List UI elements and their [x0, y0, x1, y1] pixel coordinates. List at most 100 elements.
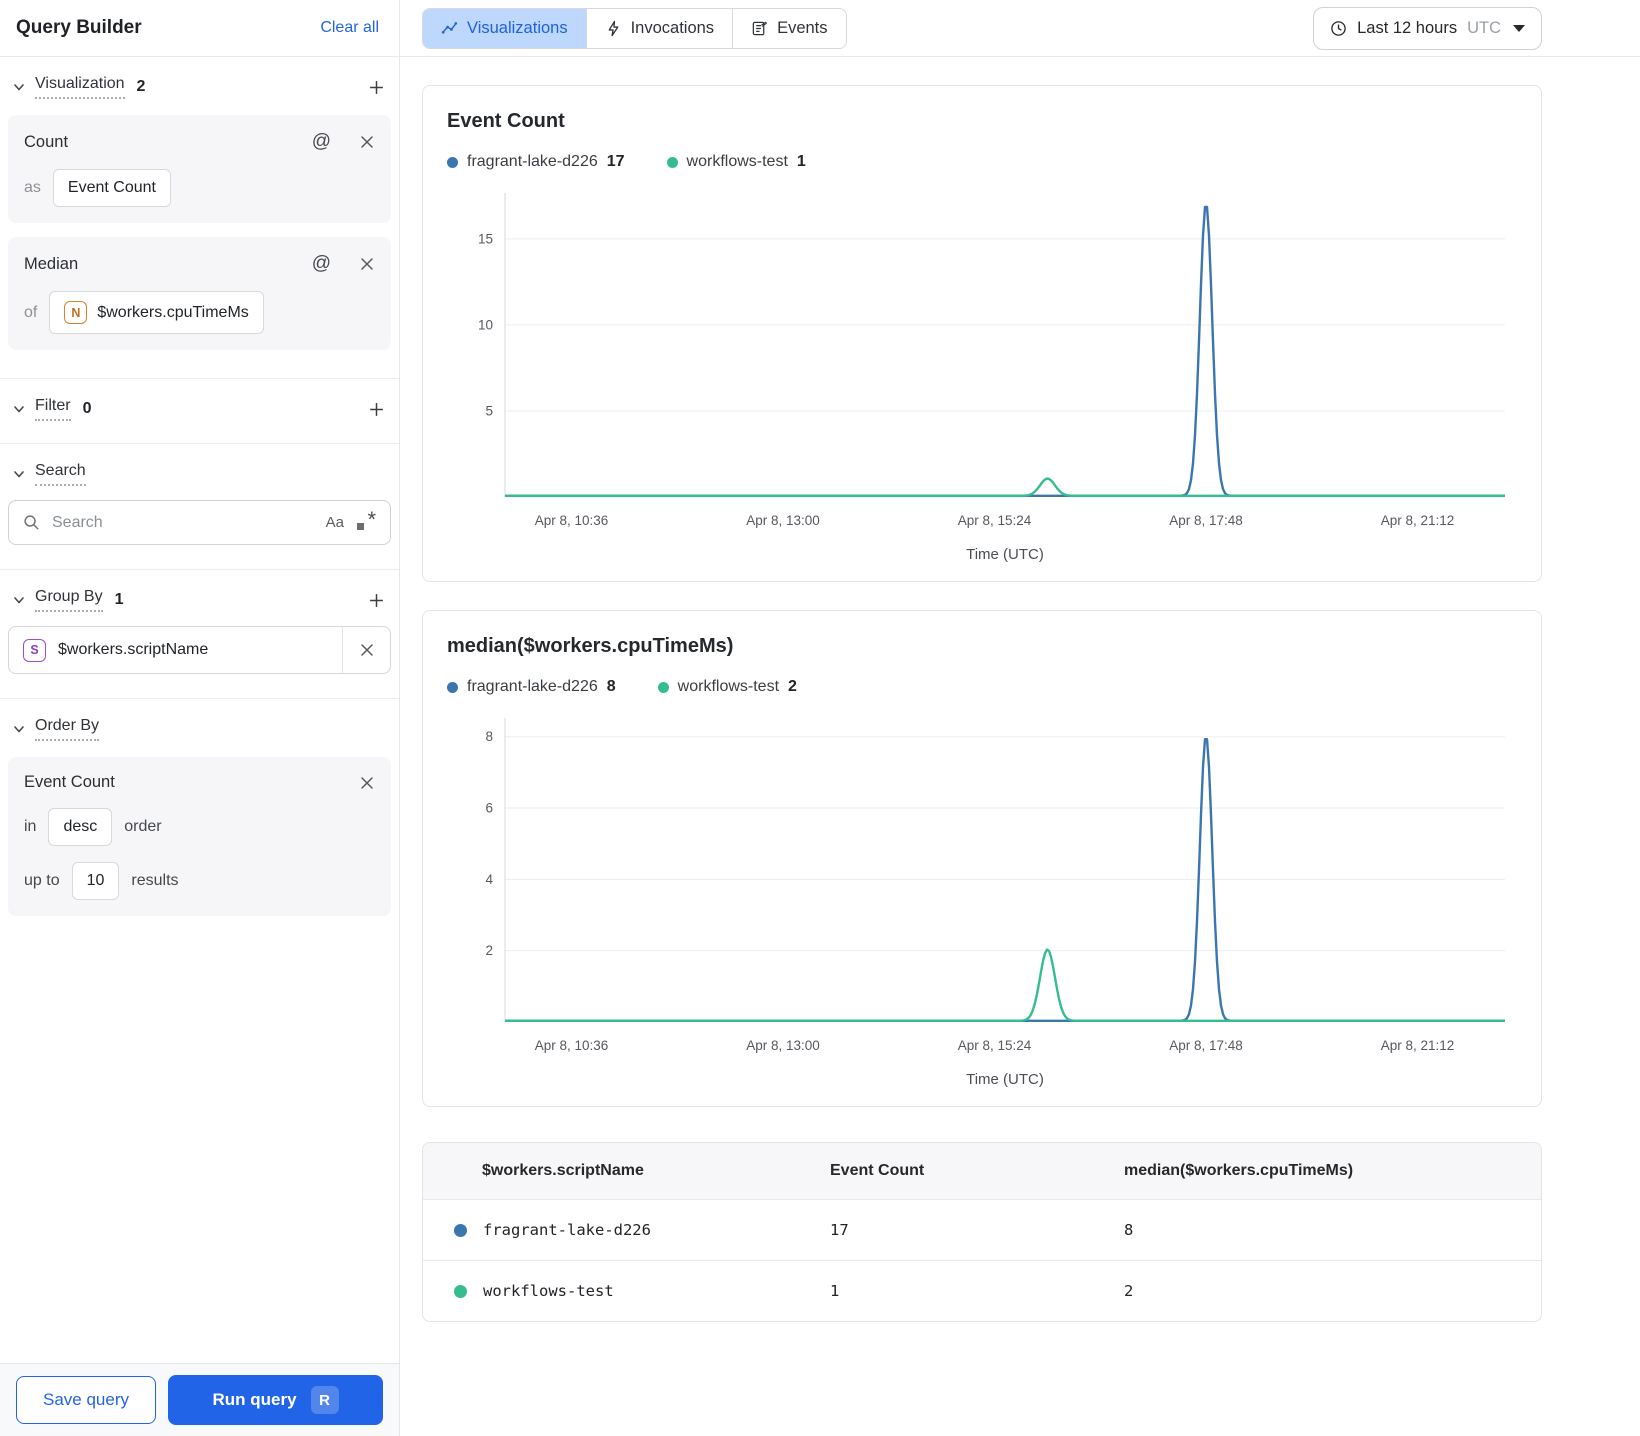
- column-script-name: $workers.scriptName: [482, 1162, 644, 1179]
- chart-title: Event Count: [447, 110, 565, 132]
- sidebar-footer: Save query Run query R: [0, 1363, 399, 1436]
- close-icon: [360, 644, 373, 656]
- legend-label: fragrant-lake-d226: [467, 678, 598, 695]
- section-order-by: Order By Event Count in desc order up to: [0, 699, 399, 944]
- sort-direction-selector[interactable]: desc: [48, 808, 113, 846]
- event-count-chart-card: Event Count fragrant-lake-d226 17 workflow…: [422, 85, 1542, 582]
- table-body: fragrant-lake-d226 17 8 workflows-test 1 2: [423, 1199, 1541, 1321]
- add-visualization-icon[interactable]: [368, 79, 385, 96]
- series-color-dot: [454, 1223, 467, 1237]
- chevron-down-icon[interactable]: [12, 722, 26, 736]
- remove-median-icon[interactable]: [359, 256, 375, 272]
- svg-text:Apr 8, 10:36: Apr 8, 10:36: [535, 1038, 609, 1053]
- keyboard-shortcut-badge: R: [310, 1386, 339, 1414]
- save-query-button[interactable]: Save query: [16, 1376, 156, 1424]
- as-label: as: [24, 179, 41, 196]
- legend-item[interactable]: workflows-test 2: [657, 678, 797, 696]
- svg-text:6: 6: [485, 801, 493, 816]
- line-chart-icon: [441, 21, 458, 34]
- number-type-icon: N: [64, 301, 88, 324]
- filter-label: Filter: [35, 397, 71, 421]
- group-by-label: Group By: [35, 588, 103, 612]
- chevron-down-icon[interactable]: [12, 593, 26, 607]
- sidebar-scroll-area: Visualization 2 Count @ as Event Count M…: [0, 57, 399, 1363]
- remove-order-by-icon[interactable]: [359, 775, 375, 791]
- event-count-cell: 17: [830, 1221, 849, 1239]
- svg-text:10: 10: [478, 317, 493, 332]
- run-query-button[interactable]: Run query R: [168, 1375, 383, 1425]
- column-event-count: Event Count: [830, 1162, 925, 1179]
- remove-group-by-button[interactable]: [342, 627, 390, 673]
- section-visualization: Visualization 2 Count @ as Event Count M…: [0, 57, 399, 379]
- median-cputime-plot: 2 4 6 8 Apr 8, 10:36 Apr 8, 13:00 Apr 8, 15:24…: [485, 718, 1505, 1088]
- regex-icon[interactable]: *: [356, 507, 376, 532]
- lightning-bolt-icon: [608, 20, 619, 36]
- clear-all-button[interactable]: Clear all: [320, 19, 379, 37]
- svg-text:Apr 8, 17:48: Apr 8, 17:48: [1169, 1038, 1243, 1053]
- main-header: Visualizations Invocations Events Last 1…: [400, 0, 1640, 57]
- time-range-selector[interactable]: Last 12 hours UTC: [1313, 6, 1542, 50]
- series-color-dot: [454, 1284, 467, 1298]
- svg-text:5: 5: [485, 403, 493, 418]
- svg-text:8: 8: [485, 729, 493, 744]
- median-visualization-card: Median @ of N $workers.cpuTimeMs: [8, 237, 391, 350]
- timezone-label: UTC: [1467, 18, 1501, 37]
- add-group-by-icon[interactable]: [368, 592, 385, 609]
- count-card-title: Count: [24, 132, 69, 151]
- chevron-down-icon[interactable]: [12, 80, 26, 94]
- mention-icon[interactable]: @: [312, 131, 331, 153]
- group-by-count: 1: [114, 591, 124, 608]
- legend-item[interactable]: workflows-test 1: [666, 153, 806, 171]
- script-name-cell: fragrant-lake-d226: [483, 1221, 651, 1239]
- legend-item[interactable]: fragrant-lake-d226 17: [447, 153, 625, 171]
- chevron-down-icon[interactable]: [12, 467, 26, 481]
- order-by-label: Order By: [35, 717, 100, 741]
- search-label: Search: [35, 462, 86, 486]
- tab-label: Invocations: [630, 18, 715, 37]
- main-content: Visualizations Invocations Events Last 1…: [400, 0, 1640, 1436]
- legend-value: 8: [606, 678, 616, 695]
- legend-label: fragrant-lake-d226: [467, 153, 598, 170]
- run-query-label: Run query: [212, 1390, 297, 1409]
- tab-visualizations[interactable]: Visualizations: [423, 8, 587, 48]
- sidebar-header: Query Builder Clear all: [0, 0, 399, 57]
- tab-invocations[interactable]: Invocations: [586, 8, 734, 48]
- event-log-icon: [752, 21, 768, 35]
- legend-dot: [666, 156, 678, 168]
- remove-count-icon[interactable]: [359, 134, 375, 150]
- string-type-icon: S: [23, 638, 46, 662]
- tab-label: Events: [777, 18, 828, 37]
- chart-title: median($workers.cpuTimeMs): [447, 635, 734, 657]
- legend-item[interactable]: fragrant-lake-d226 8: [447, 678, 616, 696]
- mention-icon[interactable]: @: [312, 253, 331, 275]
- search-field-container: Aa *: [8, 500, 391, 545]
- group-by-field-selector[interactable]: S $workers.scriptName: [9, 627, 342, 673]
- group-by-item: S $workers.scriptName: [8, 626, 391, 674]
- svg-text:Apr 8, 10:36: Apr 8, 10:36: [535, 513, 609, 528]
- order-label: order: [124, 818, 162, 835]
- result-limit-input[interactable]: 10: [71, 862, 120, 900]
- svg-text:Time (UTC): Time (UTC): [966, 1071, 1044, 1088]
- median-field-selector[interactable]: N $workers.cpuTimeMs: [49, 291, 264, 334]
- count-alias-field[interactable]: Event Count: [52, 169, 171, 207]
- chart-legend: fragrant-lake-d226 17 workflows-test 1: [447, 153, 1517, 171]
- legend-label: workflows-test: [677, 678, 780, 695]
- svg-text:15: 15: [478, 231, 493, 246]
- table-row[interactable]: fragrant-lake-d226 17 8: [423, 1199, 1541, 1260]
- add-filter-icon[interactable]: [368, 401, 385, 418]
- search-icon: [24, 515, 39, 530]
- visualization-count: 2: [136, 78, 146, 95]
- legend-label: workflows-test: [686, 153, 788, 170]
- svg-text:Time (UTC): Time (UTC): [966, 546, 1044, 563]
- match-case-icon[interactable]: Aa: [326, 514, 344, 531]
- tab-events[interactable]: Events: [733, 8, 846, 48]
- search-input[interactable]: [52, 513, 314, 532]
- median-field-name: $workers.cpuTimeMs: [97, 303, 249, 321]
- chevron-down-icon[interactable]: [12, 402, 26, 416]
- visualization-label: Visualization: [35, 75, 125, 99]
- table-row[interactable]: workflows-test 1 2: [423, 1260, 1541, 1321]
- median-cputime-cell: 2: [1124, 1282, 1134, 1300]
- event-count-plot: 5 10 15 Apr 8, 10:36 Apr 8, 13:00 Apr 8, 15:2…: [478, 193, 1505, 563]
- of-label: of: [24, 303, 38, 321]
- results-table: $workers.scriptName Event Count median($…: [422, 1142, 1542, 1322]
